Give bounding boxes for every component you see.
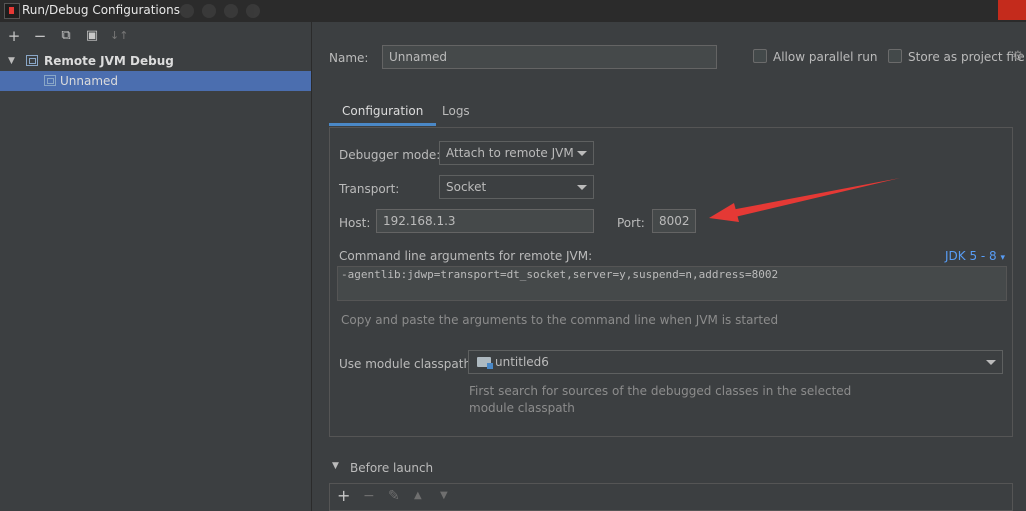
command-line-args-textarea[interactable]: -agentlib:jdwp=transport=dt_socket,serve…: [337, 266, 1007, 301]
host-label: Host:: [339, 216, 371, 230]
tree-group-label: Remote JVM Debug: [44, 54, 174, 68]
chevron-down-icon: [986, 360, 996, 365]
before-launch-toolbar: + − ✎ ▲ ▼: [329, 483, 1013, 511]
chevron-down-icon: [577, 151, 587, 156]
module-folder-icon: [477, 357, 493, 369]
remove-task-button[interactable]: −: [363, 488, 375, 504]
classpath-hint-line-1: First search for sources of the debugged…: [469, 384, 852, 398]
jdk-version-text: JDK 5 - 8: [945, 249, 997, 263]
debugger-mode-label: Debugger mode:: [339, 148, 441, 162]
transport-select[interactable]: Socket: [439, 175, 594, 199]
move-down-button[interactable]: ▼: [440, 488, 448, 504]
host-input[interactable]: 192.168.1.3: [376, 209, 594, 233]
allow-parallel-run-checkbox[interactable]: [753, 49, 767, 63]
remove-configuration-button[interactable]: −: [32, 28, 48, 44]
collapse-arrow-icon[interactable]: ▼: [332, 461, 339, 471]
command-line-hint: Copy and paste the arguments to the comm…: [341, 313, 779, 327]
module-classpath-select[interactable]: untitled6: [468, 350, 1003, 374]
intellij-logo-icon: [4, 3, 20, 19]
port-label: Port:: [617, 216, 645, 230]
sort-configurations-button[interactable]: ↓↑: [110, 28, 128, 44]
tab-logs[interactable]: Logs: [442, 104, 470, 118]
gear-icon[interactable]: ⚙: [1012, 49, 1024, 64]
tree-group-remote-jvm-debug[interactable]: ▼ Remote JVM Debug: [0, 51, 311, 71]
background-taskbar-ghost: [180, 4, 520, 18]
add-task-button[interactable]: +: [337, 488, 350, 504]
title-bar: Run/Debug Configurations: [0, 0, 1026, 22]
command-line-args-label: Command line arguments for remote JVM:: [339, 249, 593, 263]
jdk-version-link[interactable]: JDK 5 - 8 ▾: [945, 249, 1005, 263]
store-as-project-file-label: Store as project file: [908, 50, 1025, 64]
name-input[interactable]: Unnamed: [382, 45, 717, 69]
edit-task-button[interactable]: ✎: [388, 488, 400, 504]
close-window-button[interactable]: [998, 0, 1026, 20]
configuration-panel: Debugger mode: Attach to remote JVM Tran…: [329, 127, 1013, 437]
expand-arrow-icon[interactable]: ▼: [8, 51, 15, 71]
new-folder-button[interactable]: ▣: [84, 28, 100, 44]
remote-debug-icon: [26, 55, 38, 66]
move-up-button[interactable]: ▲: [414, 488, 422, 504]
sidebar-toolbar: + − ⧉ ▣ ↓↑: [0, 22, 311, 50]
configurations-sidebar: + − ⧉ ▣ ↓↑ ▼ Remote JVM Debug Unnamed: [0, 22, 312, 511]
before-launch-label: Before launch: [350, 461, 434, 475]
tree-item-unnamed[interactable]: Unnamed: [0, 71, 311, 91]
port-input[interactable]: 8002: [652, 209, 696, 233]
chevron-down-icon: [577, 185, 587, 190]
transport-value: Socket: [446, 180, 487, 194]
remote-debug-icon: [44, 75, 56, 86]
transport-label: Transport:: [339, 182, 400, 196]
chevron-down-icon: ▾: [1000, 253, 1006, 263]
module-classpath-label: Use module classpath:: [339, 357, 476, 371]
add-configuration-button[interactable]: +: [6, 28, 22, 44]
configuration-editor: Name: Unnamed Allow parallel run Store a…: [312, 22, 1026, 511]
window-title: Run/Debug Configurations: [22, 3, 180, 17]
allow-parallel-run-label: Allow parallel run: [773, 50, 878, 64]
classpath-hint-line-2: module classpath: [469, 401, 575, 415]
name-label: Name:: [329, 51, 369, 65]
tab-configuration[interactable]: Configuration: [328, 104, 437, 126]
copy-configuration-button[interactable]: ⧉: [58, 28, 74, 44]
tree-item-label: Unnamed: [60, 74, 119, 88]
debugger-mode-value: Attach to remote JVM: [446, 146, 574, 160]
debugger-mode-select[interactable]: Attach to remote JVM: [439, 141, 594, 165]
store-as-project-file-checkbox[interactable]: [888, 49, 902, 63]
module-classpath-value: untitled6: [495, 355, 549, 369]
